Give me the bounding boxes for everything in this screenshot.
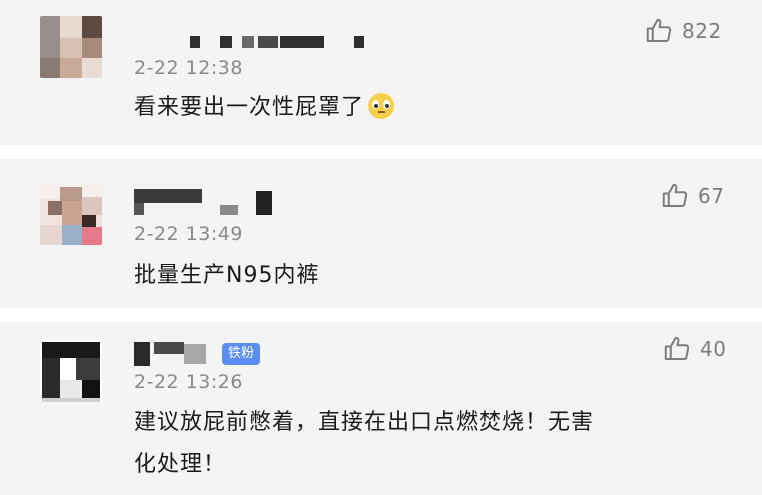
like-button[interactable]: 67 <box>660 181 724 211</box>
comment-card: 2-22 13:49 批量生产N95内裤 67 <box>0 159 762 308</box>
avatar[interactable] <box>40 340 102 402</box>
username-blurred[interactable] <box>134 32 374 54</box>
comment-separator <box>0 145 762 159</box>
thumbs-up-icon <box>662 183 688 207</box>
username-blurred[interactable] <box>134 189 294 217</box>
comment-text-line: 化处理！ <box>134 452 227 477</box>
like-count: 40 <box>700 337 727 361</box>
fan-badge: 铁粉 <box>222 343 261 365</box>
like-button[interactable]: 822 <box>644 16 722 46</box>
pleading-face-emoji <box>368 93 395 119</box>
like-count: 822 <box>682 19 722 43</box>
avatar[interactable] <box>40 183 102 245</box>
comment-text-line: 建议放屁前憋着，直接在出口点燃焚烧！无害 <box>134 410 595 435</box>
comment-text: 看来要出一次性屁罩了 <box>134 89 395 127</box>
comment-separator <box>0 308 762 322</box>
comment-text-content: 看来要出一次性屁罩了 <box>134 95 365 120</box>
comment-time: 2-22 13:26 <box>134 371 243 393</box>
like-button[interactable]: 40 <box>662 334 726 364</box>
comment-time: 2-22 12:38 <box>134 57 243 79</box>
comment-card: 铁粉 2-22 13:26 建议放屁前憋着，直接在出口点燃焚烧！无害 化处理！ … <box>0 322 762 495</box>
like-count: 67 <box>698 184 725 208</box>
comment-card: 2-22 12:38 看来要出一次性屁罩了 822 <box>0 0 762 145</box>
comment-time: 2-22 13:49 <box>134 223 243 245</box>
comment-text: 建议放屁前憋着，直接在出口点燃焚烧！无害 化处理！ <box>134 404 734 484</box>
username-blurred[interactable] <box>134 342 214 368</box>
comment-text: 批量生产N95内裤 <box>134 263 320 288</box>
thumbs-up-icon <box>664 336 690 360</box>
avatar[interactable] <box>40 16 102 78</box>
thumbs-up-icon <box>646 18 672 42</box>
